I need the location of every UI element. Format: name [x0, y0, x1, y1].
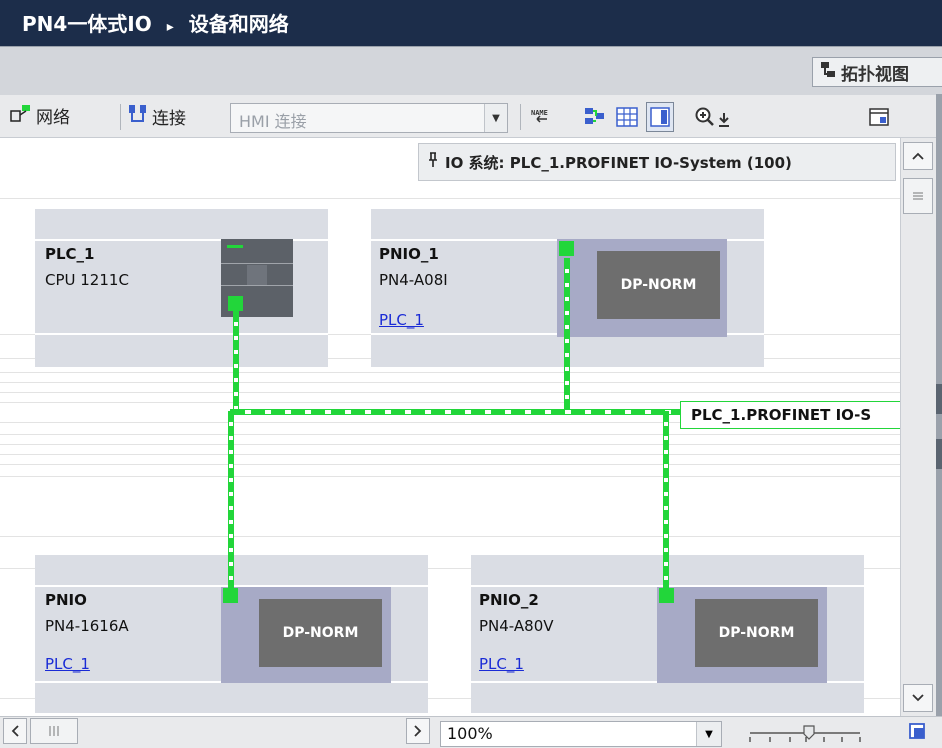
connection-type-value: HMI 连接	[239, 112, 307, 131]
breadcrumb: PN4一体式IO ▸ 设备和网络	[22, 8, 289, 37]
io-system-label: IO 系统: PLC_1.PROFINET IO-System (100)	[445, 153, 792, 172]
device-name: PLC_1	[45, 245, 95, 263]
grid-icon	[616, 107, 638, 127]
properties-panel-button[interactable]	[866, 104, 892, 130]
module-label: DP-NORM	[695, 599, 818, 667]
device-name: PNIO_2	[479, 591, 539, 609]
show-device-names-button[interactable]: NAME	[528, 104, 554, 130]
table-view-button[interactable]	[614, 104, 640, 130]
network-drop-plc-1[interactable]	[233, 311, 239, 413]
connections-icon	[128, 103, 148, 130]
panel-edge	[936, 94, 942, 747]
toolbar-divider	[120, 104, 121, 130]
dropdown-arrow-icon[interactable]: ▼	[696, 722, 721, 746]
profinet-port-pnio-2[interactable]	[659, 588, 674, 603]
scroll-up-icon[interactable]	[903, 142, 933, 170]
io-device-image: DP-NORM	[221, 587, 391, 683]
subnet-label[interactable]: PLC_1.PROFINET IO-S	[680, 401, 902, 429]
io-system-banner[interactable]: IO 系统: PLC_1.PROFINET IO-System (100)	[418, 143, 896, 181]
pin-icon[interactable]	[427, 152, 439, 172]
vertical-scrollbar[interactable]	[900, 138, 937, 716]
breadcrumb-page: 设备和网络	[188, 12, 289, 36]
io-controller-link[interactable]: PLC_1	[379, 311, 424, 329]
zoom-menu-button[interactable]	[716, 106, 732, 132]
device-plc-1[interactable]: PLC_1 CPU 1211C	[35, 209, 328, 367]
io-controller-link[interactable]: PLC_1	[479, 655, 524, 673]
device-type: PN4-1616A	[45, 617, 129, 635]
profinet-port-plc-1[interactable]	[228, 296, 243, 311]
network-button[interactable]: 网络	[10, 103, 70, 128]
split-view-button[interactable]	[646, 102, 674, 132]
connections-button[interactable]: 连接	[128, 103, 186, 130]
zoom-slider[interactable]	[740, 724, 890, 744]
fit-to-page-icon[interactable]	[908, 722, 930, 742]
device-name: PNIO	[45, 591, 87, 609]
tab-topology-view[interactable]: 拓扑视图	[812, 57, 942, 87]
tab-topology-label: 拓扑视图	[841, 64, 909, 85]
topology-icon	[819, 61, 837, 84]
network-drop-pnio[interactable]	[228, 411, 234, 589]
arrow-down-icon	[719, 113, 729, 127]
profinet-subnet-line[interactable]	[230, 409, 682, 415]
device-type: PN4-A08I	[379, 271, 448, 289]
name-icon: NAME	[531, 109, 548, 123]
network-overview-icon	[585, 108, 604, 124]
scroll-right-icon[interactable]	[406, 718, 430, 744]
editor-titlebar: PN4一体式IO ▸ 设备和网络	[0, 0, 942, 46]
device-name: PNIO_1	[379, 245, 439, 263]
io-device-image: DP-NORM	[557, 239, 727, 337]
zoom-select[interactable]: 100% ▼	[440, 721, 722, 747]
horizontal-scrollbar[interactable]	[0, 716, 436, 747]
device-type: CPU 1211C	[45, 271, 129, 289]
network-drop-pnio-2[interactable]	[663, 411, 669, 589]
breadcrumb-separator-icon: ▸	[166, 19, 174, 35]
io-controller-link[interactable]: PLC_1	[45, 655, 90, 673]
connections-label: 连接	[152, 109, 186, 129]
toolbar-divider	[520, 104, 521, 130]
io-device-image: DP-NORM	[657, 587, 827, 683]
view-switch-bar	[0, 46, 942, 96]
properties-icon	[869, 108, 889, 126]
scroll-thumb-horizontal[interactable]	[30, 718, 78, 744]
module-label: DP-NORM	[597, 251, 720, 319]
scroll-left-icon[interactable]	[3, 718, 27, 744]
network-icon	[10, 103, 32, 128]
scroll-thumb[interactable]	[903, 178, 933, 214]
zoom-in-button[interactable]	[692, 104, 718, 130]
module-label: DP-NORM	[259, 599, 382, 667]
zoom-in-icon	[695, 107, 714, 126]
network-overview-button[interactable]	[582, 104, 608, 130]
device-type: PN4-A80V	[479, 617, 554, 635]
network-drop-pnio-1[interactable]	[564, 258, 570, 413]
breadcrumb-project[interactable]: PN4一体式IO	[22, 12, 152, 36]
expand-panel-icon[interactable]	[936, 439, 942, 469]
dropdown-arrow-icon[interactable]: ▼	[484, 104, 507, 132]
zoom-value: 100%	[447, 724, 493, 743]
panel-icon	[650, 107, 670, 127]
profinet-port-pnio[interactable]	[223, 588, 238, 603]
network-label: 网络	[36, 108, 70, 128]
profinet-port-pnio-1[interactable]	[559, 241, 574, 256]
connection-type-select[interactable]: HMI 连接 ▼	[230, 103, 508, 133]
collapse-panel-icon[interactable]	[936, 384, 942, 414]
scroll-down-icon[interactable]	[903, 684, 933, 712]
